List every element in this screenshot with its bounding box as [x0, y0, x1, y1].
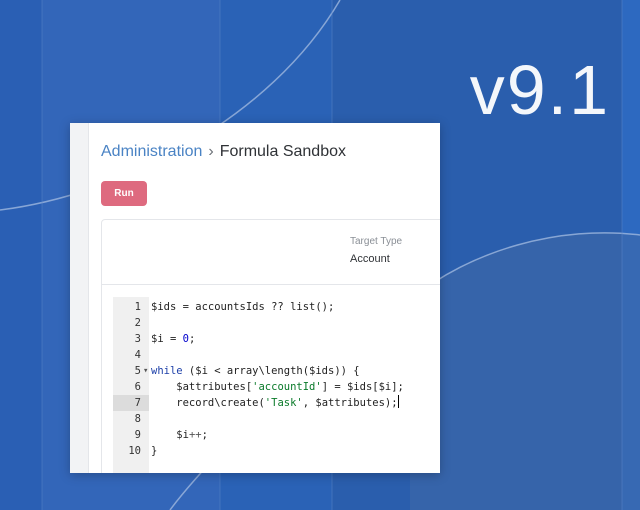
code-text: $ids = accountsIds ?? list(); — [151, 301, 335, 313]
code-text: record\create('Task', $attributes); — [151, 395, 399, 409]
line-number: 4 — [134, 349, 141, 361]
code-line[interactable]: 3 $i = 0; — [113, 331, 440, 347]
line-number: 8 — [134, 413, 141, 425]
target-type-label: Target Type — [350, 236, 403, 247]
code-line[interactable]: 9 $i++; — [113, 427, 440, 443]
breadcrumb: Administration › Formula Sandbox — [101, 143, 346, 161]
code-line[interactable]: 6 $attributes['accountId'] = $ids[$i]; — [113, 379, 440, 395]
code-line[interactable]: 1 $ids = accountsIds ?? list(); — [113, 299, 440, 315]
formula-sandbox-window: Administration › Formula Sandbox Run Targe… — [70, 123, 440, 473]
code-text: $attributes['accountId'] = $ids[$i]; — [151, 381, 404, 393]
line-number: 3 — [134, 333, 141, 345]
code-text: while ($i < array\length($ids)) { — [151, 365, 360, 377]
code-line[interactable]: 10} — [113, 443, 440, 459]
run-button[interactable]: Run — [101, 181, 147, 206]
code-line[interactable]: 5 ▾ while ($i < array\length($ids)) { — [113, 363, 440, 379]
line-number: 1 — [134, 301, 141, 313]
code-text: $i = 0; — [151, 333, 196, 345]
panel-header: Target Type Account — [102, 220, 440, 285]
code-line[interactable]: 4 — [113, 347, 440, 363]
sandbox-panel: Target Type Account 1 $ids = accountsIds … — [101, 219, 440, 473]
line-number: 9 — [134, 429, 141, 441]
code-text: } — [151, 445, 158, 457]
code-line[interactable]: 2 — [113, 315, 440, 331]
line-number: 10 — [128, 445, 141, 457]
line-number: 6 — [134, 381, 141, 393]
navbar-rail — [70, 123, 89, 473]
page-title: Formula Sandbox — [219, 143, 346, 160]
code-text: $i++; — [151, 429, 208, 441]
code-editor[interactable]: 1 $ids = accountsIds ?? list(); 2 3 $i = 0; 4… — [113, 297, 440, 473]
breadcrumb-separator: › — [208, 143, 214, 160]
text-cursor — [397, 395, 399, 408]
version-label: v9.1 — [469, 51, 610, 129]
line-number: 7 — [113, 395, 149, 411]
fold-toggle-icon[interactable]: ▾ — [143, 363, 151, 379]
code-line[interactable]: 7 record\create('Task', $attributes); — [113, 395, 440, 411]
line-number: 2 — [134, 317, 141, 329]
breadcrumb-administration-link[interactable]: Administration — [101, 143, 202, 160]
desktop-background: v9.1 Administration › Formula Sandbox Run … — [0, 0, 640, 510]
code-line[interactable]: 8 — [113, 411, 440, 427]
target-type-value[interactable]: Account — [350, 253, 390, 265]
